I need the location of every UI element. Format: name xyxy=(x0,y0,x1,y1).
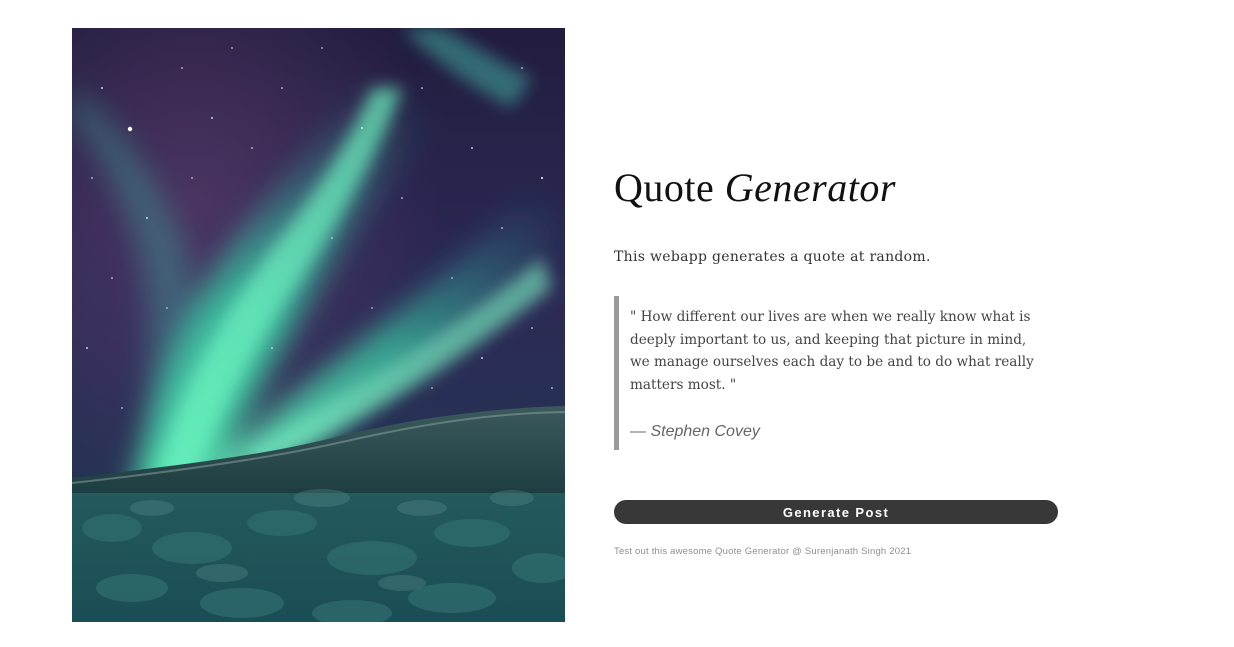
content-panel: Quote Generator This webapp generates a … xyxy=(614,160,1064,557)
generate-post-button[interactable]: Generate Post xyxy=(614,500,1058,525)
intro-text: This webapp generates a quote at random. xyxy=(614,249,931,265)
quote-text: " How different our lives are when we re… xyxy=(630,309,1034,393)
quote-block: " How different our lives are when we re… xyxy=(614,296,1050,451)
aurora-image xyxy=(72,28,565,622)
quote-author: — Stephen Covey xyxy=(630,423,760,441)
page-title: Quote Generator xyxy=(614,160,1064,216)
aurora-illustration xyxy=(72,28,565,622)
title-italic: Generator xyxy=(724,165,896,210)
title-plain: Quote xyxy=(614,165,715,210)
page: Quote Generator This webapp generates a … xyxy=(0,0,1234,647)
footer-credit: Test out this awesome Quote Generator @ … xyxy=(614,546,912,558)
